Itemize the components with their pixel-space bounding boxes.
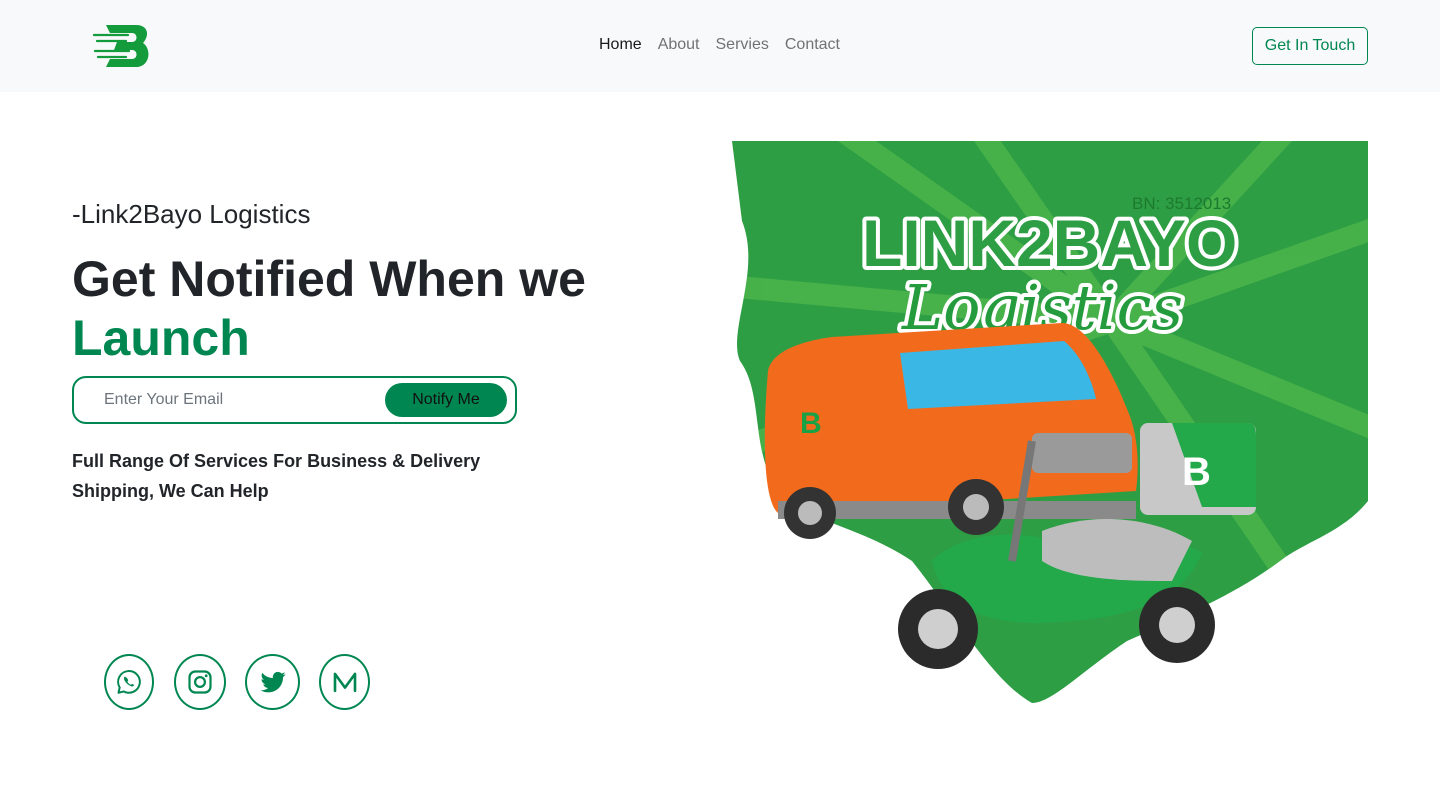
hero-tagline: -Link2Bayo Logistics <box>72 199 311 229</box>
nav-links: Home About Servies Contact <box>599 36 840 54</box>
svg-text:B: B <box>1182 450 1211 494</box>
nav-about[interactable]: About <box>658 36 700 54</box>
instagram-icon <box>188 670 212 694</box>
brand-logo[interactable] <box>92 22 152 70</box>
wordmark-line1: LINK2BAYO <box>862 206 1237 280</box>
get-in-touch-button[interactable]: Get In Touch <box>1252 27 1368 65</box>
registration-number: BN: 3512013 <box>1132 194 1231 213</box>
twitter-icon <box>260 671 285 693</box>
hero-headline: Get Notified When we Launch <box>72 250 586 368</box>
navbar: Home About Servies Contact Get In Touch <box>0 0 1440 92</box>
email-input[interactable] <box>104 388 374 412</box>
delivery-illustration: LINK2BAYO LINK2BAYO Logistics Logistics … <box>732 141 1368 703</box>
svg-text:B: B <box>800 407 822 440</box>
hero-description: Full Range Of Services For Business & De… <box>72 451 481 501</box>
nav-contact[interactable]: Contact <box>785 36 840 54</box>
twitter-link[interactable] <box>245 654 300 710</box>
nav-services[interactable]: Servies <box>716 36 769 54</box>
nav-home[interactable]: Home <box>599 36 642 54</box>
instagram-link[interactable] <box>174 654 226 710</box>
link2bayo-b-logo-icon <box>92 25 149 67</box>
brand-wordmark: LINK2BAYO LINK2BAYO Logistics Logistics … <box>858 194 1241 348</box>
whatsapp-icon <box>117 670 141 694</box>
headline-main: Get Notified When we <box>72 251 586 307</box>
notify-button[interactable]: Notify Me <box>385 383 507 417</box>
medium-icon <box>333 672 356 693</box>
headline-accent: Launch <box>72 310 250 366</box>
notify-form: Notify Me <box>72 376 517 424</box>
van-illustration: B <box>764 323 1138 539</box>
whatsapp-link[interactable] <box>104 654 154 710</box>
medium-link[interactable] <box>319 654 370 710</box>
